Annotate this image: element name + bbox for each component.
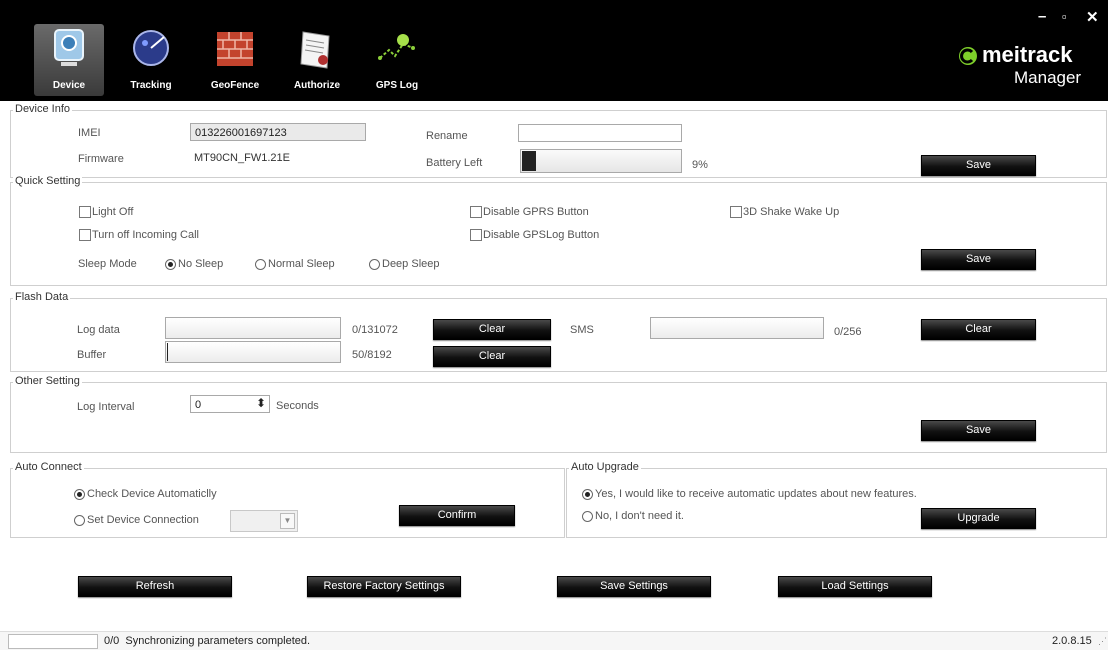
turn-off-call-checkbox[interactable] [79, 229, 91, 241]
toolbar-device[interactable]: Device [34, 24, 104, 96]
device-info-save-button[interactable]: Save [921, 155, 1036, 176]
auto-connect-title: Auto Connect [13, 461, 84, 473]
buffer-clear-button[interactable]: Clear [433, 346, 551, 367]
minimize-icon[interactable]: – [1038, 8, 1046, 25]
refresh-button[interactable]: Refresh [78, 576, 232, 597]
brand-sub: Manager [1014, 68, 1082, 87]
restore-factory-button[interactable]: Restore Factory Settings [307, 576, 461, 597]
check-auto-label: Check Device Automaticlly [87, 488, 217, 500]
upgrade-no-label: No, I don't need it. [595, 510, 684, 522]
status-progress [8, 634, 98, 649]
save-settings-button[interactable]: Save Settings [557, 576, 711, 597]
battery-percent: 9% [692, 159, 708, 171]
seconds-label: Seconds [276, 400, 319, 412]
device-info-title: Device Info [13, 103, 73, 115]
shake-wake-label: 3D Shake Wake Up [743, 206, 840, 218]
sms-clear-button[interactable]: Clear [921, 319, 1036, 340]
load-settings-button[interactable]: Load Settings [778, 576, 932, 597]
log-interval-value: 0 [195, 399, 202, 411]
confirm-button[interactable]: Confirm [399, 505, 515, 526]
buffer-count: 50/8192 [352, 349, 392, 361]
shake-wake-checkbox[interactable] [730, 206, 742, 218]
other-setting-save-button[interactable]: Save [921, 420, 1036, 441]
upgrade-yes-label: Yes, I would like to receive automatic u… [595, 488, 917, 500]
deep-sleep-radio[interactable] [369, 259, 380, 270]
brand-mark-icon [959, 47, 977, 65]
buffer-bar [165, 341, 341, 363]
turn-off-call-label: Turn off Incoming Call [92, 229, 199, 241]
auto-upgrade-title: Auto Upgrade [569, 461, 641, 473]
toolbar-geofence-label: GeoFence [210, 80, 260, 91]
close-icon[interactable]: ✕ [1086, 8, 1099, 26]
status-message: 0/0 Synchronizing parameters completed. [104, 635, 311, 647]
toolbar-authorize[interactable]: Authorize [282, 24, 352, 96]
brand-logo: meitrack Manager [958, 42, 1108, 96]
deep-sleep-label: Deep Sleep [382, 258, 440, 270]
sms-label: SMS [570, 324, 594, 336]
check-auto-radio[interactable] [74, 489, 85, 500]
toolbar-geofence[interactable]: GeoFence [200, 24, 270, 96]
brick-wall-icon [217, 32, 253, 66]
disable-gpslog-label: Disable GPSLog Button [483, 229, 600, 241]
log-data-label: Log data [77, 324, 120, 336]
firmware-label: Firmware [78, 153, 124, 165]
firmware-value: MT90CN_FW1.21E [194, 152, 290, 164]
chevron-down-icon[interactable]: ▼ [280, 513, 295, 529]
upgrade-no-radio[interactable] [582, 511, 593, 522]
disable-gpslog-checkbox[interactable] [470, 229, 482, 241]
toolbar-gps-log-label: GPS Log [375, 80, 419, 91]
toolbar-tracking-label: Tracking [130, 80, 172, 91]
imei-field[interactable]: 013226001697123 [190, 123, 366, 141]
connection-select[interactable]: ▼ [230, 510, 298, 532]
stepper-arrows-icon[interactable]: ⬍ [256, 394, 266, 412]
device-icon [54, 29, 84, 66]
status-bar: 0/0 Synchronizing parameters completed. … [0, 631, 1108, 650]
globe-icon [133, 30, 169, 66]
toolbar-authorize-label: Authorize [293, 80, 341, 91]
log-data-count: 0/131072 [352, 324, 398, 336]
upgrade-button[interactable]: Upgrade [921, 508, 1036, 529]
buffer-fill [167, 343, 168, 361]
toolbar: Device Tracking GeoFence Authorize GPS L… [0, 0, 1108, 101]
normal-sleep-label: Normal Sleep [268, 258, 335, 270]
set-connection-label: Set Device Connection [87, 514, 199, 526]
set-connection-radio[interactable] [74, 515, 85, 526]
rename-label: Rename [426, 130, 468, 142]
sms-count: 0/256 [834, 326, 862, 338]
maximize-icon[interactable]: ▫ [1062, 9, 1067, 24]
quick-setting-save-button[interactable]: Save [921, 249, 1036, 270]
log-data-bar [165, 317, 341, 339]
battery-fill [522, 151, 537, 171]
flash-data-title: Flash Data [13, 291, 71, 303]
log-interval-label: Log Interval [77, 401, 135, 413]
toolbar-gps-log[interactable]: GPS Log [362, 24, 432, 96]
log-interval-stepper[interactable]: 0 ⬍ [190, 395, 270, 413]
certificate-icon [300, 31, 330, 69]
no-sleep-label: No Sleep [178, 258, 224, 270]
other-setting-title: Other Setting [13, 375, 82, 387]
battery-bar [520, 149, 682, 173]
battery-label: Battery Left [426, 157, 483, 169]
rename-input[interactable] [518, 124, 682, 142]
route-icon [378, 34, 415, 60]
sleep-mode-label: Sleep Mode [78, 258, 137, 270]
disable-gprs-label: Disable GPRS Button [483, 206, 589, 218]
resize-grip-icon[interactable]: ⋰ [1098, 636, 1107, 647]
imei-label: IMEI [78, 127, 101, 139]
quick-setting-title: Quick Setting [13, 175, 83, 187]
sms-bar [650, 317, 824, 339]
log-data-clear-button[interactable]: Clear [433, 319, 551, 340]
disable-gprs-checkbox[interactable] [470, 206, 482, 218]
no-sleep-radio[interactable] [165, 259, 176, 270]
version-label: 2.0.8.15 [1052, 635, 1092, 647]
normal-sleep-radio[interactable] [255, 259, 266, 270]
toolbar-device-label: Device [52, 80, 86, 91]
upgrade-yes-radio[interactable] [582, 489, 593, 500]
other-setting-group: Other Setting [10, 375, 1107, 453]
buffer-label: Buffer [77, 349, 107, 361]
toolbar-tracking[interactable]: Tracking [116, 24, 186, 96]
light-off-checkbox[interactable] [79, 206, 91, 218]
brand-name: meitrack [982, 42, 1073, 67]
light-off-label: Light Off [92, 206, 134, 218]
